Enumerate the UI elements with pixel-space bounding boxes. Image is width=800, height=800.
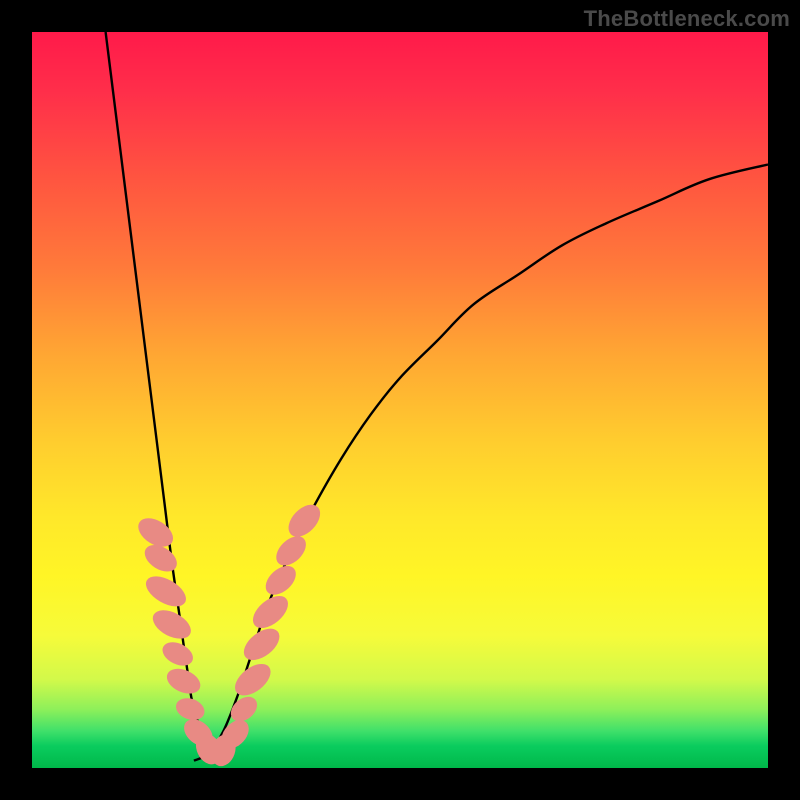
bead <box>163 664 204 699</box>
bead <box>238 622 285 666</box>
bead <box>283 499 327 543</box>
plot-area <box>32 32 768 768</box>
right-curve <box>194 164 768 760</box>
bead <box>141 570 191 612</box>
chart-frame: TheBottleneck.com <box>0 0 800 800</box>
watermark-text: TheBottleneck.com <box>584 6 790 32</box>
bead <box>159 638 197 671</box>
bead <box>173 694 208 723</box>
bead <box>229 658 276 702</box>
curves-svg <box>32 32 768 768</box>
bead <box>271 531 312 571</box>
bead <box>260 560 301 600</box>
bead <box>148 604 195 644</box>
bead-group <box>133 499 326 770</box>
